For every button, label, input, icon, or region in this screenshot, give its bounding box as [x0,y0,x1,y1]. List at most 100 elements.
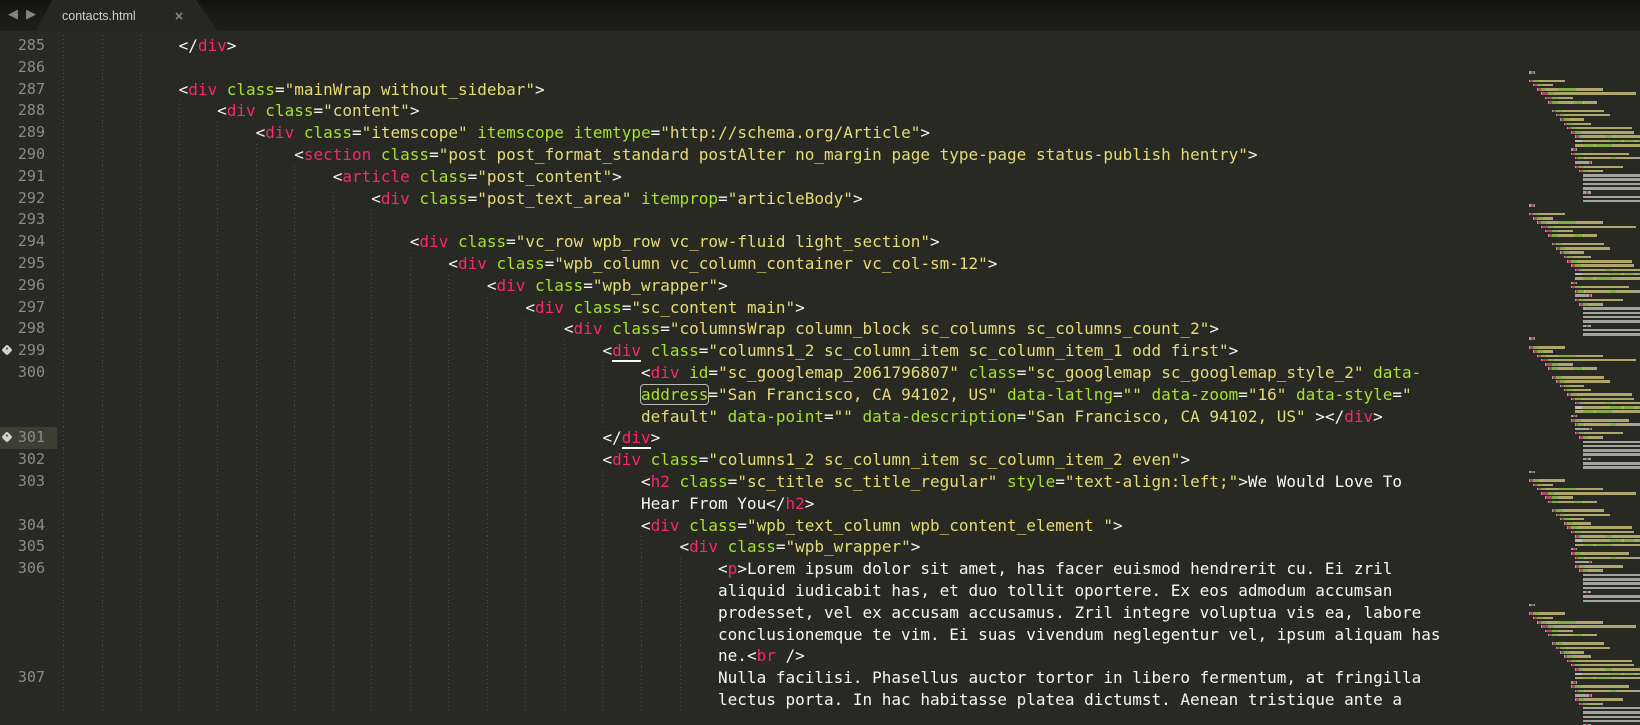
nav-forward-icon[interactable]: ▶ [24,6,38,24]
gutter-cell[interactable]: 293 [0,209,57,231]
gutter-cell[interactable] [0,580,57,602]
minimap-segment [1583,518,1584,521]
code-text: default" data-point="" data-description=… [57,406,1518,428]
code-row[interactable]: 304<div class="wpb_text_column wpb_conte… [0,515,1518,537]
code-row[interactable]: 291<article class="post_content"> [0,166,1518,188]
gutter-cell[interactable]: 290 [0,144,57,166]
code-row[interactable]: 286 [0,57,1518,79]
code-row[interactable]: 297<div class="sc_content main"> [0,297,1518,319]
token: = [728,472,738,491]
gutter-cell[interactable]: 306 [0,558,57,580]
gutter-cell[interactable]: 288 [0,100,57,122]
gutter-cell[interactable]: 299 [0,340,57,362]
gutter-cell[interactable] [0,645,57,667]
code-row[interactable]: 289<div class="itemscope" itemscope item… [0,122,1518,144]
minimap-segment [1566,114,1609,117]
code-row[interactable]: 300<div id="sc_googlemap_2061796807" cla… [0,362,1518,384]
token: Nulla facilisi. Phasellus auctor tortor … [718,668,1421,687]
code-row[interactable]: 287<div class="mainWrap without_sidebar"… [0,79,1518,101]
nav-back-icon[interactable]: ◀ [6,6,20,24]
gutter-cell[interactable] [0,689,57,711]
token: ne. [718,646,747,665]
minimap-segment [1591,561,1592,564]
gutter-cell[interactable]: 296 [0,275,57,297]
minimap-segment [1602,221,1603,224]
gutter-cell[interactable]: 292 [0,188,57,210]
tab-contacts-html[interactable]: contacts.html × [36,0,218,31]
gutter-cell[interactable]: 300 [0,362,57,384]
code-row[interactable]: 296<div class="wpb_wrapper"> [0,275,1518,297]
gutter-cell[interactable] [0,624,57,646]
token: div [689,537,718,556]
code-row[interactable]: 293 [0,209,1518,231]
gutter-cell[interactable]: 302 [0,449,57,471]
code-row[interactable]: prodesset, vel ex accusam accusamus. Zri… [0,602,1518,624]
gutter-cell[interactable]: 286 [0,57,57,79]
code-row[interactable]: address="San Francisco, CA 94102, US" da… [0,384,1518,406]
gutter-cell[interactable]: 297 [0,297,57,319]
minimap-segment [1582,685,1629,688]
gutter-cell[interactable]: 303 [0,471,57,493]
code-row[interactable]: 303<h2 class="sc_title sc_title_regular"… [0,471,1518,493]
code-editor[interactable]: 285</div>286287<div class="mainWrap with… [0,31,1640,725]
gutter-cell[interactable]: 294 [0,231,57,253]
minimap-segment [1577,355,1603,358]
code-row[interactable]: 298<div class="columnsWrap column_block … [0,318,1518,340]
gutter-cell[interactable]: 298 [0,318,57,340]
tab-close-icon[interactable]: × [174,9,218,23]
minimap-segment [1575,273,1582,276]
token: div [612,450,641,469]
token: data-zoom [1142,385,1238,404]
token: "columnsWrap column_block sc_columns sc_… [670,319,1209,338]
gutter-cell[interactable]: 285 [0,35,57,57]
gutter-cell[interactable]: 305 [0,536,57,558]
minimap-segment [1575,539,1582,542]
code-row[interactable]: conclusionemque te vim. Ei suas vivendum… [0,624,1518,646]
gutter-cell[interactable]: 307 [0,667,57,689]
code-row[interactable]: 301</div> [0,427,1518,449]
gutter-cell[interactable]: 291 [0,166,57,188]
line-number: 298 [18,318,57,340]
gutter-cell[interactable]: 295 [0,253,57,275]
gutter-cell[interactable]: 304 [0,515,57,537]
gutter-cell[interactable]: 287 [0,79,57,101]
token: "text-align:left;" [1065,472,1238,491]
minimap-segment [1578,127,1631,130]
code-row[interactable]: 295<div class="wpb_column vc_column_cont… [0,253,1518,275]
code-row[interactable]: default" data-point="" data-description=… [0,406,1518,428]
minimap-segment [1558,355,1576,358]
gutter-cell[interactable] [0,384,57,406]
code-row[interactable]: 305<div class="wpb_wrapper"> [0,536,1518,558]
token: default" [641,407,718,426]
code-row[interactable]: 307 Nulla facilisi. Phasellus auctor tort… [0,667,1518,689]
minimap-segment [1575,406,1582,409]
minimap-segment [1583,445,1640,448]
code-row[interactable]: 299<div class="columns1_2 sc_column_item… [0,340,1518,362]
gutter-cell[interactable]: 301 [0,427,57,449]
code-row[interactable]: 285</div> [0,35,1518,57]
code-row[interactable]: ne.<br /> [0,645,1518,667]
token: </ [766,494,785,513]
gutter-cell[interactable] [0,493,57,515]
code-row[interactable]: aliquid iudicabit has, et duo tollit opo… [0,580,1518,602]
code-row[interactable]: 294<div class="vc_row wpb_row vc_row-flu… [0,231,1518,253]
gutter-cell[interactable]: 289 [0,122,57,144]
token: /> [776,646,805,665]
minimap-segment [1585,166,1621,169]
gutter-cell[interactable] [0,406,57,428]
code-row[interactable]: 288<div class="content"> [0,100,1518,122]
code-row[interactable]: lectus porta. In hac habitasse platea di… [0,689,1518,711]
minimap[interactable] [1518,62,1640,725]
code-row[interactable]: 292<div class="post_text_area" itemprop=… [0,188,1518,210]
minimap-segment [1583,711,1640,714]
code-row[interactable]: 290<section class="post post_format_stan… [0,144,1518,166]
token: We Would Love To [1248,472,1402,491]
minimap-segment [1534,604,1535,607]
gutter-cell[interactable] [0,602,57,624]
code-row[interactable]: 302<div class="columns1_2 sc_column_item… [0,449,1518,471]
code-row[interactable]: Hear From You</h2> [0,493,1518,515]
minimap-segment [1610,140,1621,143]
minimap-segment [1609,514,1610,517]
minimap-segment [1546,97,1553,100]
code-row[interactable]: 306<p>Lorem ipsum dolor sit amet, has fa… [0,558,1518,580]
